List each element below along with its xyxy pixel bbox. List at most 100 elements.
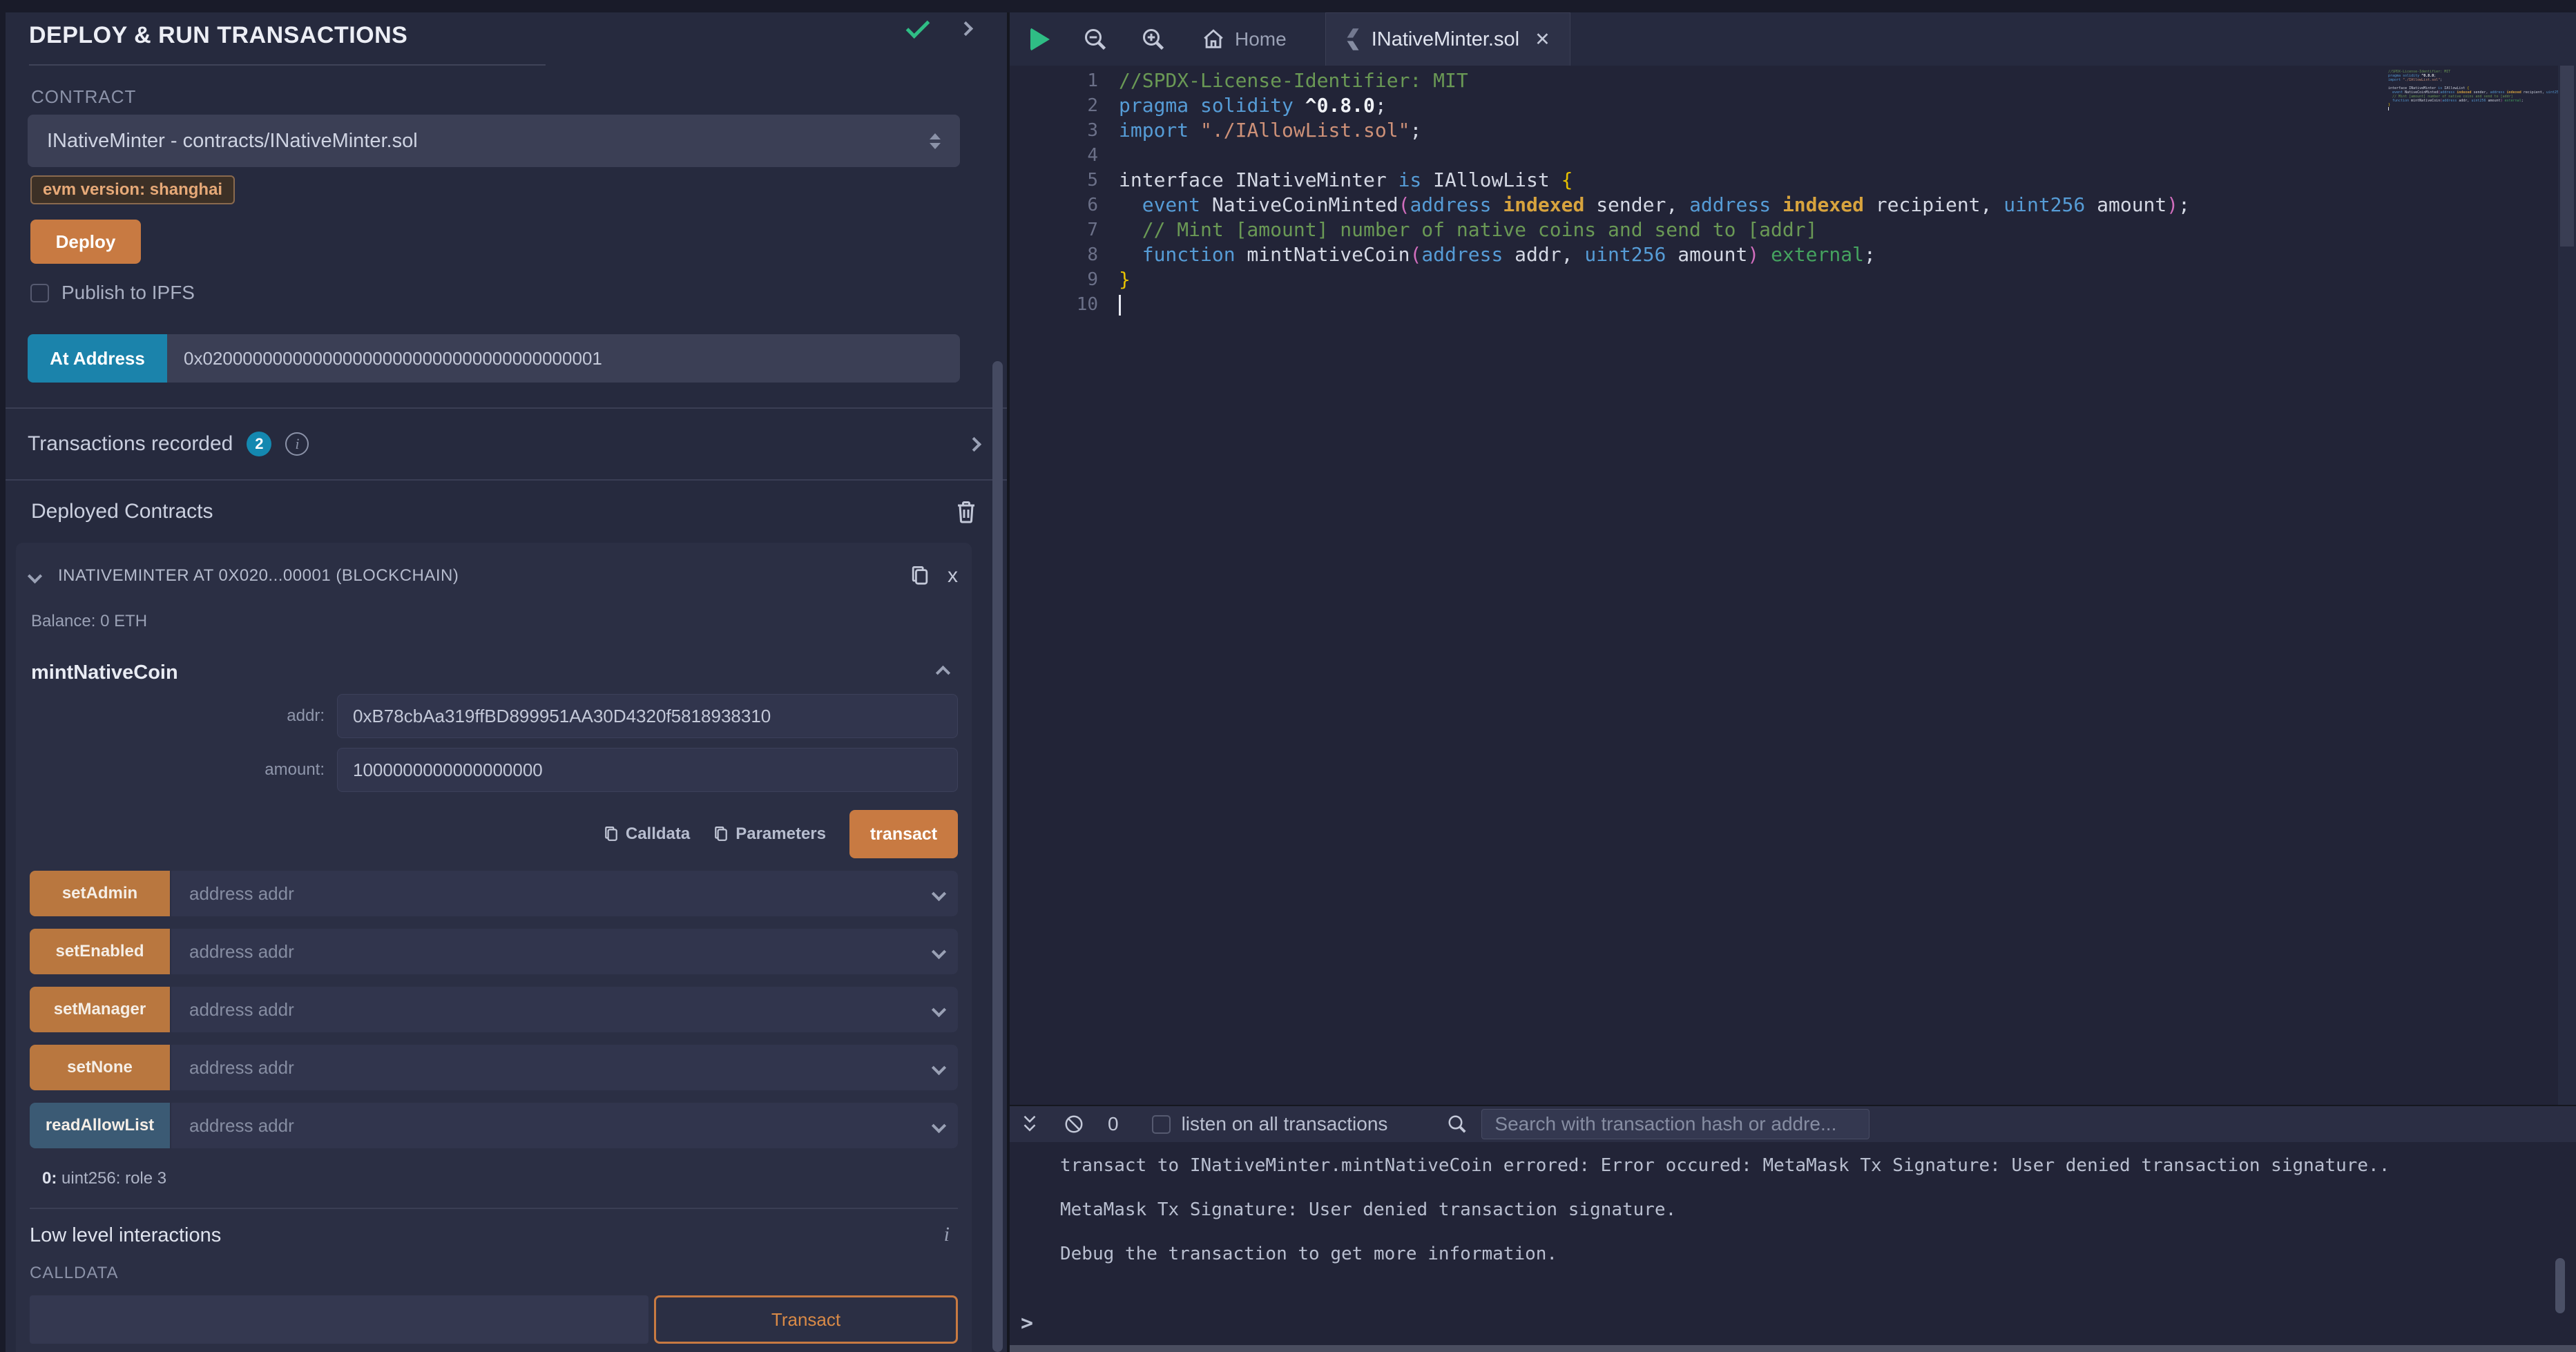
expand-chevron-icon[interactable] <box>932 886 946 900</box>
updown-arrows-icon <box>930 133 941 149</box>
listen-all-transactions-label: listen on all transactions <box>1182 1113 1388 1135</box>
title-underline <box>29 64 546 66</box>
editor-scrollbar[interactable] <box>2558 66 2576 1105</box>
deployed-contracts-title: Deployed Contracts <box>31 500 213 523</box>
chevron-right-icon[interactable] <box>959 21 973 36</box>
copy-icon <box>713 825 729 843</box>
search-icon <box>1447 1114 1468 1134</box>
copy-calldata-button[interactable]: Calldata <box>604 824 690 844</box>
amount-param-label: amount: <box>30 760 337 780</box>
expand-chevron-icon[interactable] <box>932 1002 946 1016</box>
tab-file-label: INativeMinter.sol <box>1372 28 1519 51</box>
editor-area: Home INativeMinter.sol ✕ 12345678910 //S… <box>1010 0 2576 1352</box>
contract-select-value: INativeMinter - contracts/INativeMinter.… <box>47 130 930 153</box>
info-circle-icon: i <box>285 432 309 456</box>
trash-icon[interactable] <box>956 500 977 523</box>
contract-label: CONTRACT <box>31 86 1007 108</box>
deploy-run-panel: DEPLOY & RUN TRANSACTIONS CONTRACT INati… <box>0 0 1010 1352</box>
zoom-out-icon[interactable] <box>1083 27 1108 52</box>
close-icon[interactable]: x <box>948 566 958 586</box>
terminal-prompt[interactable]: > <box>1021 1311 1033 1335</box>
window-top-strip <box>0 0 2576 12</box>
solidity-logo-icon <box>1345 28 1361 51</box>
deployed-contract-card: INATIVEMINTER AT 0X020...00001 (BLOCKCHA… <box>16 543 972 1352</box>
low-level-transact-button[interactable]: Transact <box>654 1295 958 1344</box>
copy-parameters-button[interactable]: Parameters <box>713 824 826 844</box>
terminal-log-line: MetaMask Tx Signature: User denied trans… <box>1060 1188 2576 1232</box>
at-address-button[interactable]: At Address <box>28 334 167 383</box>
publish-ipfs-checkbox[interactable] <box>30 284 49 302</box>
low-level-title: Low level interactions <box>30 1224 221 1247</box>
chevron-right-icon[interactable] <box>967 436 981 451</box>
copy-icon <box>604 825 619 843</box>
setnone-button[interactable]: setNone <box>30 1045 170 1090</box>
run-icon[interactable] <box>1030 28 1050 51</box>
setmanager-button[interactable]: setManager <box>30 987 170 1032</box>
panel-title: DEPLOY & RUN TRANSACTIONS <box>29 22 407 48</box>
setenabled-button[interactable]: setEnabled <box>30 929 170 974</box>
expand-chevron-icon[interactable] <box>932 1060 946 1074</box>
double-chevron-down-icon[interactable] <box>1021 1114 1039 1134</box>
terminal-horizontal-scrollbar[interactable] <box>1010 1345 2576 1352</box>
setnone-input[interactable] <box>171 1045 934 1090</box>
at-address-input[interactable] <box>167 334 960 383</box>
terminal-scrollbar-thumb[interactable] <box>2555 1258 2565 1313</box>
code-lines[interactable]: //SPDX-License-Identifier: MITpragma sol… <box>1119 66 2576 1105</box>
publish-ipfs-label: Publish to IPFS <box>61 282 195 304</box>
panel-scrollbar-thumb[interactable] <box>992 361 1003 1352</box>
setadmin-input[interactable] <box>171 871 934 916</box>
contract-instance-title: INATIVEMINTER AT 0X020...00001 (BLOCKCHA… <box>58 566 892 586</box>
setadmin-button[interactable]: setAdmin <box>30 871 170 916</box>
terminal-log[interactable]: transact to INativeMinter.mintNativeCoin… <box>1010 1142 2576 1352</box>
code-editor[interactable]: 12345678910 //SPDX-License-Identifier: M… <box>1010 66 2576 1105</box>
addr-param-label: addr: <box>30 706 337 726</box>
terminal-log-line: transact to INativeMinter.mintNativeCoin… <box>1060 1143 2576 1188</box>
amount-param-input[interactable] <box>337 748 958 792</box>
readallowlist-button[interactable]: readAllowList <box>30 1103 170 1148</box>
zoom-in-icon[interactable] <box>1141 27 1166 52</box>
listen-all-transactions-checkbox[interactable] <box>1152 1115 1171 1134</box>
terminal-log-line: Debug the transaction to get more inform… <box>1060 1232 2576 1276</box>
calldata-section-label: CALLDATA <box>30 1264 958 1283</box>
low-level-calldata-input[interactable] <box>30 1295 648 1344</box>
transactions-recorded-label: Transactions recorded <box>28 432 233 456</box>
transactions-count-badge: 2 <box>247 432 271 456</box>
terminal: 0 listen on all transactions transact to… <box>1010 1105 2576 1352</box>
tab-home-label: Home <box>1235 28 1287 50</box>
setmanager-input[interactable] <box>171 987 934 1032</box>
check-icon <box>906 15 930 39</box>
output-value: uint256: role 3 <box>57 1169 166 1188</box>
contract-select[interactable]: INativeMinter - contracts/INativeMinter.… <box>28 115 960 167</box>
deploy-button[interactable]: Deploy <box>30 220 141 264</box>
terminal-count: 0 <box>1108 1113 1119 1135</box>
editor-scrollbar-thumb[interactable] <box>2560 66 2574 247</box>
terminal-search-input[interactable] <box>1481 1109 1869 1139</box>
calldata-link-label: Calldata <box>626 824 690 844</box>
collapse-chevron-icon[interactable] <box>28 568 42 583</box>
terminal-toolbar: 0 listen on all transactions <box>1010 1106 2576 1142</box>
function-name-heading: mintNativeCoin <box>31 661 178 684</box>
evm-version-badge: evm version: shanghai <box>30 175 235 204</box>
transactions-recorded-bar[interactable]: Transactions recorded 2 i <box>0 407 1007 481</box>
readallowlist-output: 0: uint256: role 3 <box>30 1169 958 1188</box>
expand-chevron-icon[interactable] <box>932 1118 946 1132</box>
line-number-gutter: 12345678910 <box>1010 66 1119 1105</box>
remix-ide-window: DEPLOY & RUN TRANSACTIONS CONTRACT INati… <box>0 0 2576 1352</box>
transact-button[interactable]: transact <box>849 810 958 858</box>
output-index: 0: <box>42 1169 57 1188</box>
circle-slash-icon[interactable] <box>1064 1114 1084 1134</box>
copy-icon[interactable] <box>910 565 930 587</box>
home-icon <box>1202 28 1225 51</box>
readallowlist-input[interactable] <box>171 1103 934 1148</box>
addr-param-input[interactable] <box>337 694 958 738</box>
window-left-edge <box>0 0 6 1352</box>
expand-chevron-icon[interactable] <box>932 944 946 958</box>
parameters-link-label: Parameters <box>736 824 826 844</box>
minimap[interactable]: //SPDX-License-Identifier: MITpragma sol… <box>2388 70 2553 111</box>
tab-home[interactable]: Home <box>1202 28 1287 51</box>
tab-inativeminter[interactable]: INativeMinter.sol ✕ <box>1325 12 1570 66</box>
setenabled-input[interactable] <box>171 929 934 974</box>
divider <box>30 1208 958 1209</box>
chevron-up-icon[interactable] <box>936 666 950 680</box>
tab-close-icon[interactable]: ✕ <box>1535 29 1550 50</box>
